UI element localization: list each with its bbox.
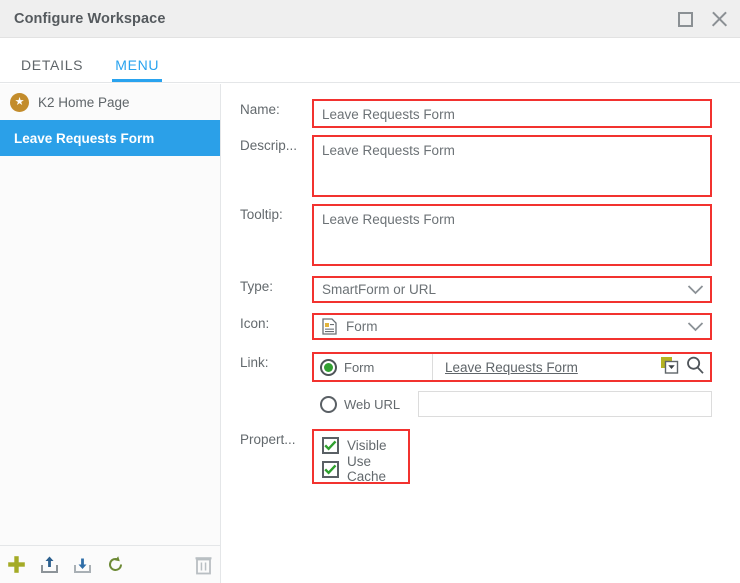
name-row: Name: Leave Requests Form <box>240 99 732 128</box>
use-cache-label: Use Cache <box>347 454 400 484</box>
check-icon <box>324 440 337 451</box>
description-label: Descrip... <box>240 135 312 197</box>
star-icon: ★ <box>10 93 29 112</box>
radio-weburl-icon <box>320 396 337 413</box>
icon-label: Icon: <box>240 313 312 340</box>
radio-form-icon <box>320 359 337 376</box>
use-cache-checkbox-row[interactable]: Use Cache <box>322 454 400 484</box>
list-toolbar <box>0 545 221 583</box>
download-icon <box>72 554 93 575</box>
web-url-input[interactable] <box>418 391 712 417</box>
import-button[interactable] <box>66 546 99 583</box>
link-weburl-radio-option[interactable]: Web URL <box>312 396 418 413</box>
link-form-radio-option[interactable]: Form <box>314 359 432 376</box>
name-input[interactable]: Leave Requests Form <box>314 101 710 126</box>
tab-details[interactable]: DETAILS <box>10 57 94 82</box>
form-document-icon <box>322 318 337 335</box>
trash-icon <box>194 555 213 575</box>
close-window-button[interactable] <box>708 8 730 30</box>
properties-row: Propert... Visible U <box>240 429 732 484</box>
tab-menu[interactable]: MENU <box>104 57 170 82</box>
search-icon[interactable] <box>685 355 705 380</box>
link-form-value[interactable]: Leave Requests Form <box>445 360 578 375</box>
restore-window-icon <box>678 12 693 27</box>
sidebar-item-label: K2 Home Page <box>38 95 130 110</box>
add-button[interactable] <box>0 546 33 583</box>
link-weburl-label: Web URL <box>344 397 400 412</box>
tooltip-row: Tooltip: Leave Requests Form <box>240 204 732 266</box>
tooltip-label: Tooltip: <box>240 204 312 266</box>
refresh-icon <box>105 554 126 575</box>
type-row: Type: SmartForm or URL <box>240 276 732 303</box>
plus-icon <box>6 554 27 575</box>
tooltip-input[interactable]: Leave Requests Form <box>314 206 710 264</box>
sidebar-item-k2-home-page[interactable]: ★ K2 Home Page <box>0 84 220 120</box>
tooltip-highlight: Leave Requests Form <box>312 204 712 266</box>
type-highlight: SmartForm or URL <box>312 276 712 303</box>
icon-row: Icon: Form <box>240 313 732 340</box>
visible-checkbox-row[interactable]: Visible <box>322 437 400 454</box>
browse-picker-icon[interactable] <box>660 356 679 379</box>
description-input[interactable]: Leave Requests Form <box>314 137 710 195</box>
icon-select[interactable]: Form <box>314 315 710 338</box>
tab-bar: DETAILS MENU <box>0 38 740 83</box>
upload-icon <box>39 554 60 575</box>
name-label: Name: <box>240 99 312 128</box>
window-titlebar: Configure Workspace <box>0 0 740 38</box>
link-label: Link: <box>240 352 312 382</box>
web-url-row: Web URL <box>240 391 732 417</box>
properties-label: Propert... <box>240 429 312 484</box>
use-cache-checkbox[interactable] <box>322 461 339 478</box>
close-icon <box>710 10 728 28</box>
delete-button[interactable] <box>187 546 220 583</box>
properties-highlight: Visible Use Cache <box>312 429 410 484</box>
link-highlight: Form Leave Requests Form <box>312 352 712 382</box>
check-icon <box>324 464 337 475</box>
visible-checkbox[interactable] <box>322 437 339 454</box>
visible-label: Visible <box>347 438 387 453</box>
icon-value: Form <box>346 319 378 334</box>
sidebar-item-leave-requests-form[interactable]: Leave Requests Form <box>0 120 220 156</box>
type-label: Type: <box>240 276 312 303</box>
chevron-down-icon <box>686 318 704 336</box>
name-highlight: Leave Requests Form <box>312 99 712 128</box>
menu-item-list: ★ K2 Home Page Leave Requests Form <box>0 84 221 545</box>
description-row: Descrip... Leave Requests Form <box>240 135 732 197</box>
configure-workspace-dialog: Configure Workspace DETAILS MENU ★ K2 Ho… <box>0 0 740 583</box>
menu-item-form: Name: Leave Requests Form Descrip... Lea… <box>222 84 740 583</box>
chevron-down-icon <box>686 281 704 299</box>
link-row: Link: Form Leave Requests Form <box>240 352 732 382</box>
export-button[interactable] <box>33 546 66 583</box>
icon-highlight: Form <box>312 313 712 340</box>
link-form-label: Form <box>344 360 374 375</box>
type-value: SmartForm or URL <box>322 282 436 297</box>
restore-window-button[interactable] <box>674 8 696 30</box>
link-divider <box>432 354 433 380</box>
description-highlight: Leave Requests Form <box>312 135 712 197</box>
sidebar-item-label: Leave Requests Form <box>14 131 154 146</box>
window-controls <box>674 0 730 38</box>
window-title: Configure Workspace <box>14 11 166 27</box>
refresh-button[interactable] <box>99 546 132 583</box>
type-select[interactable]: SmartForm or URL <box>314 278 710 301</box>
